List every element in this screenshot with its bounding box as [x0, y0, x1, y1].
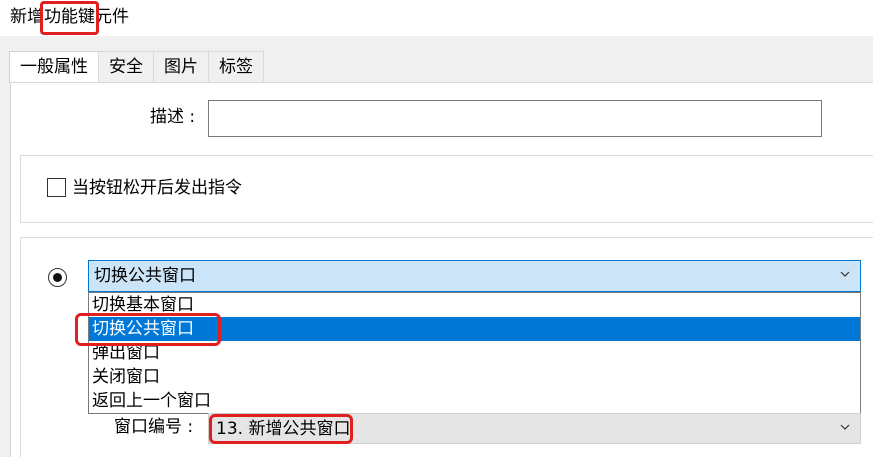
dialog-title: 新增功能键元件 [10, 1, 129, 35]
action-dropdown-list: 切换基本窗口 切换公共窗口 弹出窗口 关闭窗口 返回上一个窗口 [88, 292, 861, 414]
chevron-down-icon [840, 269, 850, 279]
dropdown-option-return-previous-window[interactable]: 返回上一个窗口 [89, 389, 860, 413]
description-label: 描述 : [150, 107, 196, 127]
title-suffix: 元件 [95, 7, 129, 27]
description-input[interactable] [208, 100, 822, 137]
tab-security[interactable]: 安全 [98, 51, 154, 82]
release-checkbox-label: 当按钮松开后发出指令 [72, 178, 242, 198]
release-checkbox[interactable] [47, 178, 66, 197]
action-select[interactable]: 切换公共窗口 [88, 260, 861, 292]
title-bar: 新增功能键元件 [0, 0, 873, 36]
dialog-root: 新增功能键元件 一般属性 安全 图片 标签 描述 : 当按钮松开后发出指令 切换… [0, 0, 873, 457]
window-number-label: 窗口编号 : [114, 417, 194, 437]
dropdown-option-close-window[interactable]: 关闭窗口 [89, 365, 860, 389]
title-prefix: 新增 [10, 7, 44, 27]
tab-bar: 一般属性 安全 图片 标签 [9, 51, 264, 83]
tab-label[interactable]: 标签 [208, 51, 264, 82]
highlight-box-window-number [209, 414, 353, 444]
tab-general[interactable]: 一般属性 [9, 51, 99, 83]
chevron-down-icon [840, 422, 850, 432]
highlight-box-option [75, 313, 221, 346]
action-select-value: 切换公共窗口 [94, 266, 196, 286]
title-highlight: 功能键 [40, 1, 99, 35]
action-radio[interactable] [48, 268, 67, 287]
tab-picture[interactable]: 图片 [153, 51, 209, 82]
